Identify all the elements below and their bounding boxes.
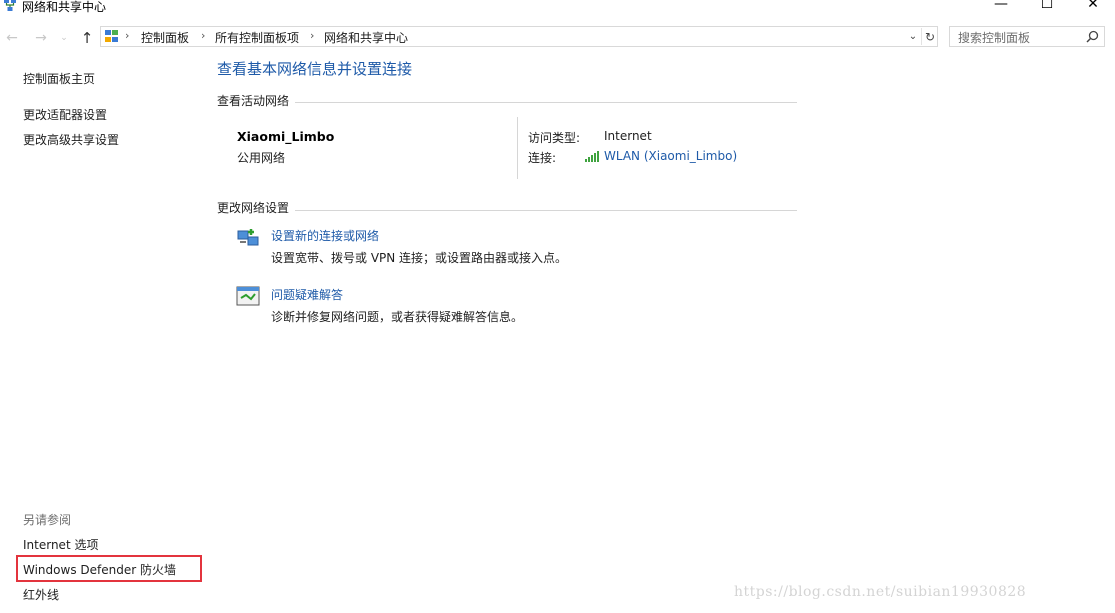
watermark: https://blog.csdn.net/suibian19930828 [734,584,1027,600]
minimize-button[interactable]: — [978,0,1024,14]
network-name: Xiaomi_Limbo [237,129,335,144]
network-type-link[interactable]: 公用网络 [237,149,285,166]
address-dropdown-button[interactable]: ⌄ [905,28,921,45]
window-title: 网络和共享中心 [22,0,107,14]
connection-label: 连接: [528,151,557,165]
setup-new-connection-description: 设置宽带、拨号或 VPN 连接；或设置路由器或接入点。 [271,251,568,265]
refresh-button[interactable]: ↻ [921,28,938,45]
change-adapter-settings-link[interactable]: 更改适配器设置 [23,106,107,123]
troubleshoot-link[interactable]: 问题疑难解答 [271,286,343,303]
breadcrumb-control-panel[interactable]: 控制面板 [141,29,189,46]
access-type-value: Internet [604,129,652,143]
control-panel-icon [105,30,118,42]
vertical-divider [517,117,518,179]
recent-locations-button[interactable]: ⌄ [58,28,70,48]
breadcrumb-all-items[interactable]: 所有控制面板项 [215,29,299,46]
setup-new-connection-link[interactable]: 设置新的连接或网络 [271,227,379,244]
address-bar[interactable]: › 控制面板 › 所有控制面板项 › 网络和共享中心 ⌄ ↻ [100,26,938,47]
page-title: 查看基本网络信息并设置连接 [217,60,413,78]
infrared-link[interactable]: 红外线 [23,586,59,603]
maximize-button[interactable]: ☐ [1024,0,1070,14]
see-also-heading: 另请参阅 [23,513,72,527]
title-bar: 网络和共享中心 — ☐ ✕ [0,0,1115,16]
access-type-label: 访问类型: [528,131,581,145]
forward-button[interactable]: → [32,28,50,48]
control-panel-home-link[interactable]: 控制面板主页 [23,70,95,87]
internet-options-link[interactable]: Internet 选项 [23,536,98,553]
search-placeholder: 搜索控制面板 [958,31,1031,45]
close-button[interactable]: ✕ [1070,0,1115,14]
wlan-connection-link[interactable]: WLAN (Xiaomi_Limbo) [604,149,737,163]
windows-defender-firewall-link[interactable]: Windows Defender 防火墙 [23,561,176,578]
troubleshoot-icon [236,286,260,306]
search-input[interactable]: 搜索控制面板 [949,26,1105,47]
breadcrumb-separator: › [310,29,315,42]
troubleshoot-description: 诊断并修复网络问题，或者获得疑难解答信息。 [271,310,524,324]
wifi-signal-icon [585,151,599,162]
back-button[interactable]: ← [3,28,21,48]
new-connection-icon [237,229,259,246]
breadcrumb-separator: › [201,29,206,42]
section-divider [295,210,797,211]
section-divider [295,102,797,103]
up-button[interactable]: ↑ [78,28,96,48]
network-center-icon [4,0,16,11]
change-advanced-sharing-link[interactable]: 更改高级共享设置 [23,131,119,148]
change-settings-heading: 更改网络设置 [217,201,290,215]
breadcrumb-network-center[interactable]: 网络和共享中心 [324,29,408,46]
active-networks-heading: 查看活动网络 [217,94,290,108]
breadcrumb-separator: › [125,29,130,42]
search-icon[interactable] [1086,30,1099,43]
